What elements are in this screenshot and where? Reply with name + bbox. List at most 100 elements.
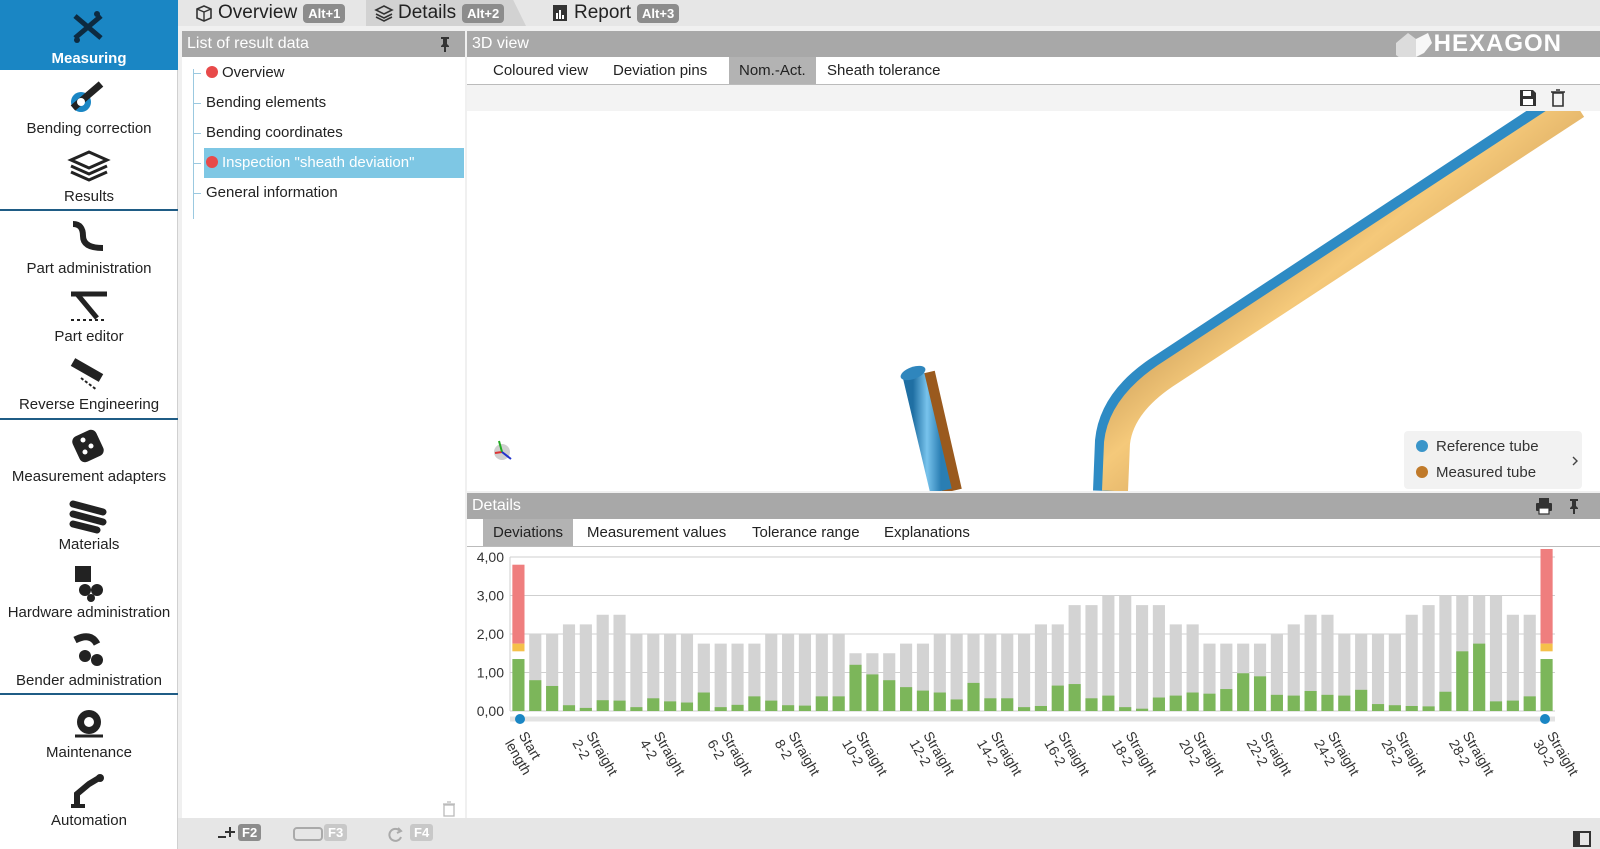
- x-tick-label: Straight20-2: [1176, 729, 1228, 779]
- tree-connector: [193, 163, 201, 164]
- error-status-dot: [206, 156, 218, 168]
- x-tick-label: Straight28-2: [1446, 729, 1498, 779]
- f4-shortcut: F4: [410, 824, 434, 841]
- tab-measurement-values[interactable]: Measurement values: [577, 519, 736, 546]
- tolerance-bar: [630, 634, 643, 711]
- tab-sheath-tolerance-label: Sheath tolerance: [827, 62, 941, 79]
- delete-icon[interactable]: [1548, 88, 1568, 108]
- tolerance-bar: [1506, 614, 1519, 711]
- deviation-bar-warning: [1540, 643, 1553, 652]
- tolerance-bar: [680, 634, 694, 711]
- tab-report[interactable]: Report Alt+3: [542, 0, 702, 26]
- deviation-bar: [832, 696, 845, 711]
- tab-explanations[interactable]: Explanations: [874, 519, 980, 546]
- sidebar-item-label: Measuring: [51, 50, 127, 67]
- deviation-bar: [731, 704, 744, 711]
- result-item-bending-elements[interactable]: Bending elements: [204, 88, 464, 118]
- tree-connector: [193, 133, 201, 134]
- chevron-right-icon[interactable]: [1570, 455, 1580, 467]
- x-tick-label: Straight10-2: [839, 729, 891, 779]
- x-tick-label: Straight16-2: [1041, 729, 1093, 779]
- deviation-bar: [1388, 705, 1401, 711]
- deviation-bar: [1422, 706, 1435, 711]
- sidebar-divider: [0, 418, 178, 420]
- deviation-bar: [1321, 694, 1334, 711]
- tab-tolerance-range[interactable]: Tolerance range: [742, 519, 870, 546]
- result-item-bending-coordinates[interactable]: Bending coordinates: [204, 118, 464, 148]
- sidebar-item-measurement-adapters[interactable]: Measurement adapters: [0, 420, 178, 486]
- range-handle-right[interactable]: [1540, 714, 1550, 724]
- sidebar-item-maintenance[interactable]: Maintenance: [0, 696, 178, 762]
- tab-overview[interactable]: Overview Alt+1: [186, 0, 366, 26]
- card-icon[interactable]: [292, 826, 326, 842]
- legend-reference-tube: Reference tube: [1416, 438, 1539, 455]
- range-handle-left[interactable]: [515, 714, 525, 724]
- sidebar-item-label: Results: [63, 188, 115, 205]
- y-tick-label: 4,00: [477, 549, 504, 565]
- tolerance-bar: [1489, 595, 1503, 711]
- deviation-bar: [1135, 708, 1149, 711]
- tab-sheath-tolerance[interactable]: Sheath tolerance: [817, 57, 950, 84]
- sidebar-item-label: Measurement adapters: [11, 468, 167, 485]
- y-tick-label: 1,00: [477, 665, 504, 681]
- tolerance-bar: [1119, 595, 1132, 711]
- tree-connector: [193, 193, 201, 194]
- deviation-bar: [714, 707, 727, 711]
- view3d-tabs: Coloured view Deviation pins Nom.-Act. S…: [467, 57, 1600, 85]
- deviation-bar: [1371, 704, 1385, 711]
- result-item-sheath-deviation[interactable]: Inspection "sheath deviation": [204, 148, 464, 178]
- deviation-bar: [1304, 690, 1317, 711]
- panel-toggle-icon[interactable]: [1572, 830, 1592, 848]
- sidebar-item-label: Materials: [58, 536, 120, 553]
- sidebar-item-reverse-engineering[interactable]: Reverse Engineering: [0, 348, 178, 414]
- tab-deviation-pins[interactable]: Deviation pins: [603, 57, 717, 84]
- pin-icon[interactable]: [1564, 496, 1584, 516]
- sidebar-item-part-editor[interactable]: Part editor: [0, 280, 178, 346]
- sidebar-item-label: Part administration: [26, 260, 152, 277]
- sidebar-item-measuring[interactable]: Measuring: [0, 0, 178, 70]
- result-item-general-information[interactable]: General information: [204, 178, 464, 208]
- result-item-label: Overview: [222, 64, 285, 81]
- tab-overview-label: Overview: [218, 2, 298, 23]
- details-tabs: Deviations Measurement values Tolerance …: [467, 519, 1600, 547]
- sidebar-divider: [0, 693, 178, 695]
- tab-details[interactable]: Details Alt+2: [366, 0, 526, 26]
- deviation-bar: [1169, 695, 1182, 711]
- tab-deviations[interactable]: Deviations: [483, 519, 574, 546]
- deviation-bar: [1338, 695, 1351, 711]
- sidebar-item-automation[interactable]: Automation: [0, 764, 178, 830]
- sidebar-item-hardware-administration[interactable]: Hardware administration: [0, 556, 178, 622]
- sidebar-item-bender-administration[interactable]: Bender administration: [0, 624, 178, 690]
- legend-measured-label: Measured tube: [1436, 464, 1537, 481]
- deviation-bar: [1253, 676, 1267, 711]
- print-icon[interactable]: [1534, 496, 1554, 516]
- pin-icon[interactable]: [435, 34, 455, 54]
- refresh-icon[interactable]: [386, 826, 406, 842]
- deviation-bar: [984, 698, 997, 711]
- tab-nom-act[interactable]: Nom.-Act.: [729, 57, 816, 84]
- result-item-overview[interactable]: Overview: [204, 58, 464, 88]
- deviation-bar: [933, 692, 946, 711]
- tolerance-bar: [562, 624, 576, 711]
- legend-measured-tube: Measured tube: [1416, 464, 1536, 481]
- tab-measurement-values-label: Measurement values: [587, 524, 727, 541]
- x-tick-label: Straight12-2: [906, 729, 958, 779]
- tolerance-bar: [798, 634, 812, 711]
- save-icon[interactable]: [1518, 88, 1538, 108]
- tab-report-label: Report: [574, 2, 632, 23]
- tolerance-bar: [1405, 614, 1418, 711]
- sidebar-item-materials[interactable]: Materials: [0, 488, 178, 554]
- add-icon[interactable]: [216, 825, 238, 843]
- trash-icon[interactable]: [442, 801, 456, 817]
- sidebar-item-results[interactable]: Results: [0, 140, 178, 206]
- x-tick-label: Straight6-2: [704, 729, 756, 779]
- details-icon: [374, 5, 394, 22]
- tab-coloured-view[interactable]: Coloured view: [483, 57, 598, 84]
- deviation-bar-warning: [512, 643, 525, 652]
- result-item-label: General information: [206, 184, 338, 201]
- deviation-bar: [883, 680, 896, 711]
- deviation-bar: [798, 705, 812, 711]
- sidebar-item-bending-correction[interactable]: Bending correction: [0, 72, 178, 138]
- deviation-bar: [1540, 659, 1553, 711]
- sidebar-item-part-administration[interactable]: Part administration: [0, 212, 178, 278]
